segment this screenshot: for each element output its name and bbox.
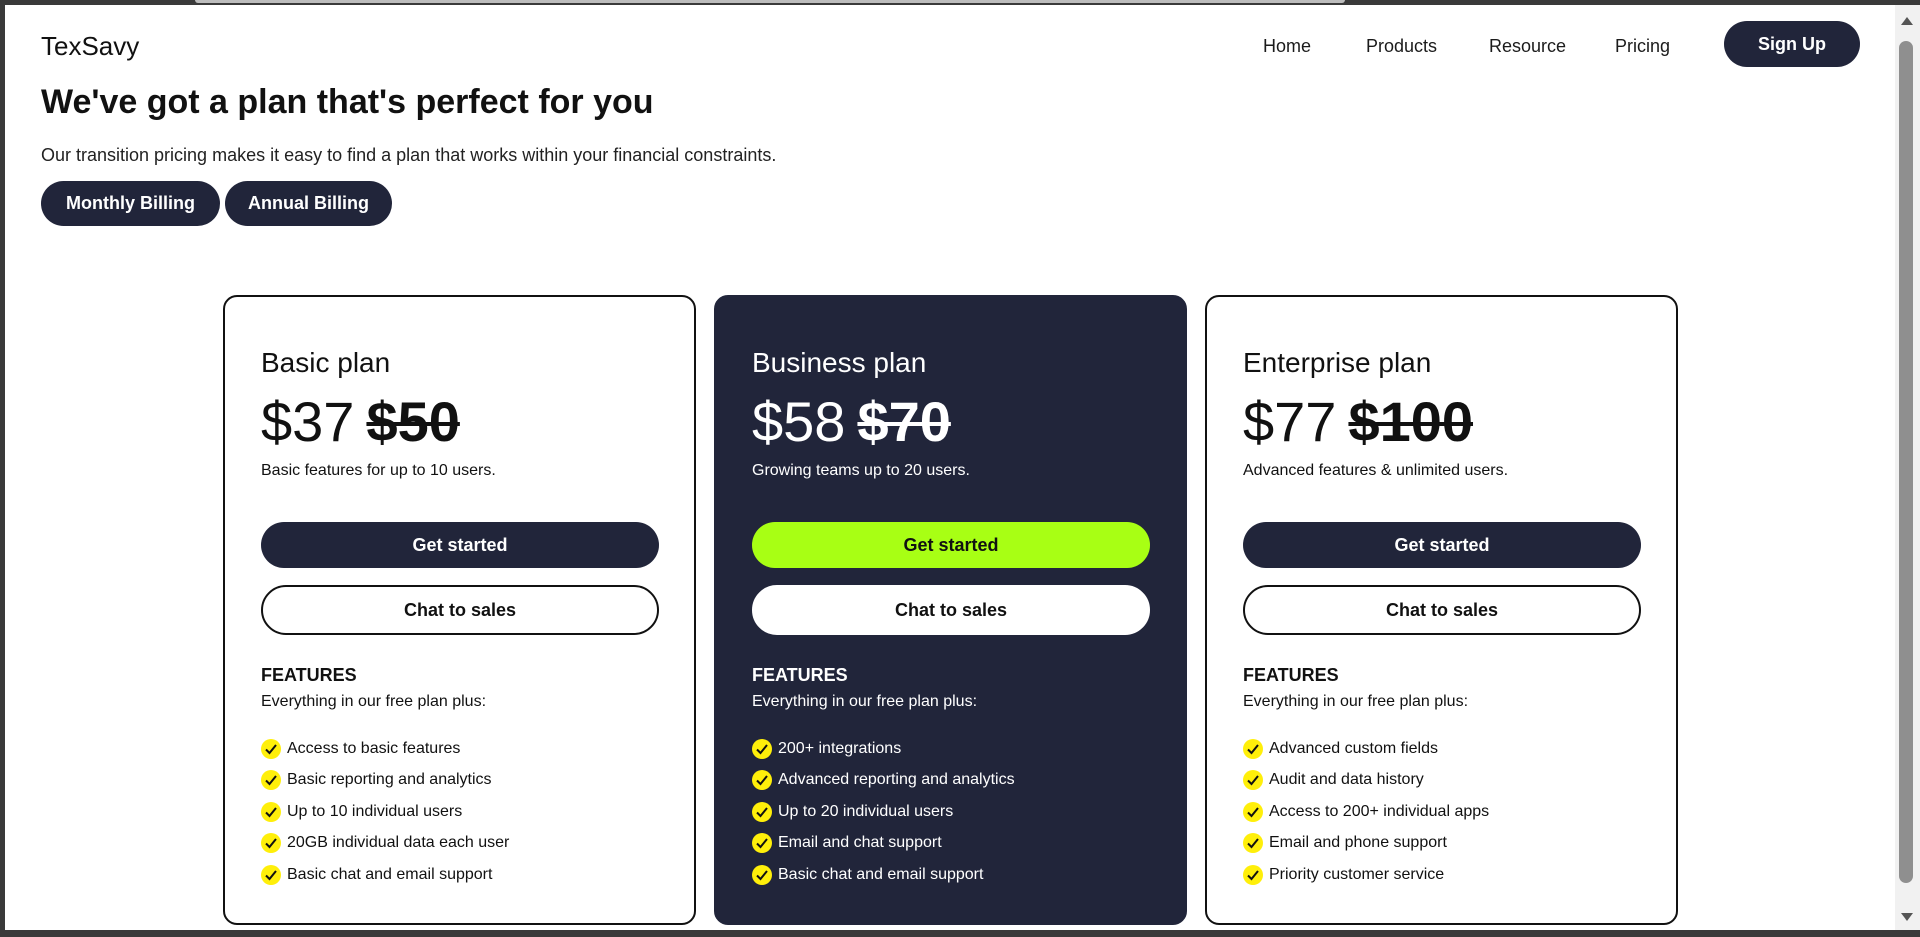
old-price: $100: [1348, 390, 1474, 453]
plan-price: $37 $50: [261, 389, 460, 454]
nav-item-home[interactable]: Home: [1263, 36, 1311, 57]
check-circle-icon: [752, 738, 772, 759]
feature-label: Access to 200+ individual apps: [1269, 802, 1490, 820]
logo[interactable]: TexSavy: [41, 31, 139, 62]
feature-label: Email and chat support: [778, 834, 942, 852]
check-circle-icon: [261, 770, 281, 791]
scroll-thumb[interactable]: [1899, 41, 1913, 883]
get-started-button[interactable]: Get started: [1243, 522, 1641, 568]
scroll-down-arrow-icon[interactable]: [1901, 913, 1913, 921]
chat-to-sales-button[interactable]: Chat to sales: [261, 585, 659, 635]
check-circle-icon: [261, 738, 281, 759]
monthly-billing-button[interactable]: Monthly Billing: [41, 181, 220, 226]
feature-label: 200+ integrations: [778, 739, 902, 757]
check-circle-icon: [261, 864, 281, 885]
plan-price: $77 $100: [1243, 389, 1473, 454]
feature-item: Advanced reporting and analytics: [752, 765, 1015, 797]
features-subheading: Everything in our free plan plus:: [261, 693, 487, 710]
feature-item: Basic chat and email support: [261, 859, 509, 891]
feature-label: Advanced reporting and analytics: [778, 771, 1015, 789]
check-circle-icon: [261, 833, 281, 854]
features-heading: FEATURES: [752, 665, 848, 685]
feature-label: Advanced custom fields: [1269, 739, 1438, 757]
features-list: Access to basic features Basic reporting…: [261, 733, 509, 891]
nav-item-products[interactable]: Products: [1366, 36, 1437, 57]
chat-to-sales-button[interactable]: Chat to sales: [1243, 585, 1641, 635]
check-circle-icon: [1243, 833, 1263, 854]
current-price: $37: [261, 390, 355, 453]
feature-item: Email and chat support: [752, 828, 1015, 860]
feature-label: Basic reporting and analytics: [287, 771, 492, 789]
features-subheading: Everything in our free plan plus:: [1243, 693, 1469, 710]
feature-item: 20GB individual data each user: [261, 828, 509, 860]
feature-label: Up to 20 individual users: [778, 802, 954, 820]
feature-item: Audit and data history: [1243, 765, 1489, 797]
chat-to-sales-button[interactable]: Chat to sales: [752, 585, 1150, 635]
feature-label: Up to 10 individual users: [287, 802, 463, 820]
plan-name: Basic plan: [261, 347, 391, 378]
page-subline: Our transition pricing makes it easy to …: [41, 145, 777, 165]
feature-label: 20GB individual data each user: [287, 834, 510, 852]
check-circle-icon: [1243, 864, 1263, 885]
current-price: $77: [1243, 390, 1337, 453]
check-circle-icon: [1243, 738, 1263, 759]
vertical-scrollbar[interactable]: [1895, 5, 1920, 930]
check-circle-icon: [752, 770, 772, 791]
check-circle-icon: [1243, 801, 1263, 822]
page-window: TexSavy Home Products Resource Pricing S…: [5, 5, 1895, 930]
feature-item: Up to 10 individual users: [261, 796, 509, 828]
features-heading: FEATURES: [261, 665, 357, 685]
annual-billing-button[interactable]: Annual Billing: [225, 181, 392, 226]
old-price: $50: [366, 390, 460, 453]
plan-description: Advanced features & unlimited users.: [1243, 462, 1509, 479]
feature-item: Up to 20 individual users: [752, 796, 1015, 828]
get-started-button[interactable]: Get started: [752, 522, 1150, 568]
feature-label: Basic chat and email support: [778, 865, 984, 883]
plan-card-basic: Basic plan $37 $50 Basic features for up …: [223, 295, 696, 925]
plan-name: Enterprise plan: [1243, 347, 1432, 378]
feature-label: Basic chat and email support: [287, 865, 493, 883]
plan-description: Basic features for up to 10 users.: [261, 462, 496, 479]
check-circle-icon: [752, 833, 772, 854]
feature-label: Email and phone support: [1269, 834, 1447, 852]
feature-item: Basic reporting and analytics: [261, 765, 509, 797]
plan-card-business: Business plan $58 $70 Growing teams up to…: [714, 295, 1187, 925]
plan-name: Business plan: [752, 347, 927, 378]
feature-label: Audit and data history: [1269, 771, 1424, 789]
feature-label: Priority customer service: [1269, 865, 1445, 883]
features-heading: FEATURES: [1243, 665, 1339, 685]
plan-description: Growing teams up to 20 users.: [752, 462, 970, 479]
check-circle-icon: [752, 801, 772, 822]
check-circle-icon: [752, 864, 772, 885]
plan-card-enterprise: Enterprise plan $77 $100 Advanced feature…: [1205, 295, 1678, 925]
scroll-up-arrow-icon[interactable]: [1901, 17, 1913, 25]
features-list: 200+ integrations Advanced reporting and…: [752, 733, 1015, 891]
nav-item-resource[interactable]: Resource: [1489, 36, 1566, 57]
feature-label: Access to basic features: [287, 739, 461, 757]
features-subheading: Everything in our free plan plus:: [752, 693, 978, 710]
get-started-button[interactable]: Get started: [261, 522, 659, 568]
check-circle-icon: [261, 801, 281, 822]
plan-price: $58 $70: [752, 389, 951, 454]
nav-item-pricing[interactable]: Pricing: [1615, 36, 1670, 57]
sign-up-button[interactable]: Sign Up: [1724, 21, 1860, 67]
feature-item: 200+ integrations: [752, 733, 1015, 765]
old-price: $70: [857, 390, 951, 453]
check-circle-icon: [1243, 770, 1263, 791]
browser-tab-line: [195, 0, 1345, 3]
current-price: $58: [752, 390, 846, 453]
page-headline: We've got a plan that's perfect for you: [41, 83, 654, 121]
features-list: Advanced custom fields Audit and data hi…: [1243, 733, 1489, 891]
feature-item: Email and phone support: [1243, 828, 1489, 860]
feature-item: Access to basic features: [261, 733, 509, 765]
feature-item: Basic chat and email support: [752, 859, 1015, 891]
feature-item: Access to 200+ individual apps: [1243, 796, 1489, 828]
feature-item: Priority customer service: [1243, 859, 1489, 891]
feature-item: Advanced custom fields: [1243, 733, 1489, 765]
